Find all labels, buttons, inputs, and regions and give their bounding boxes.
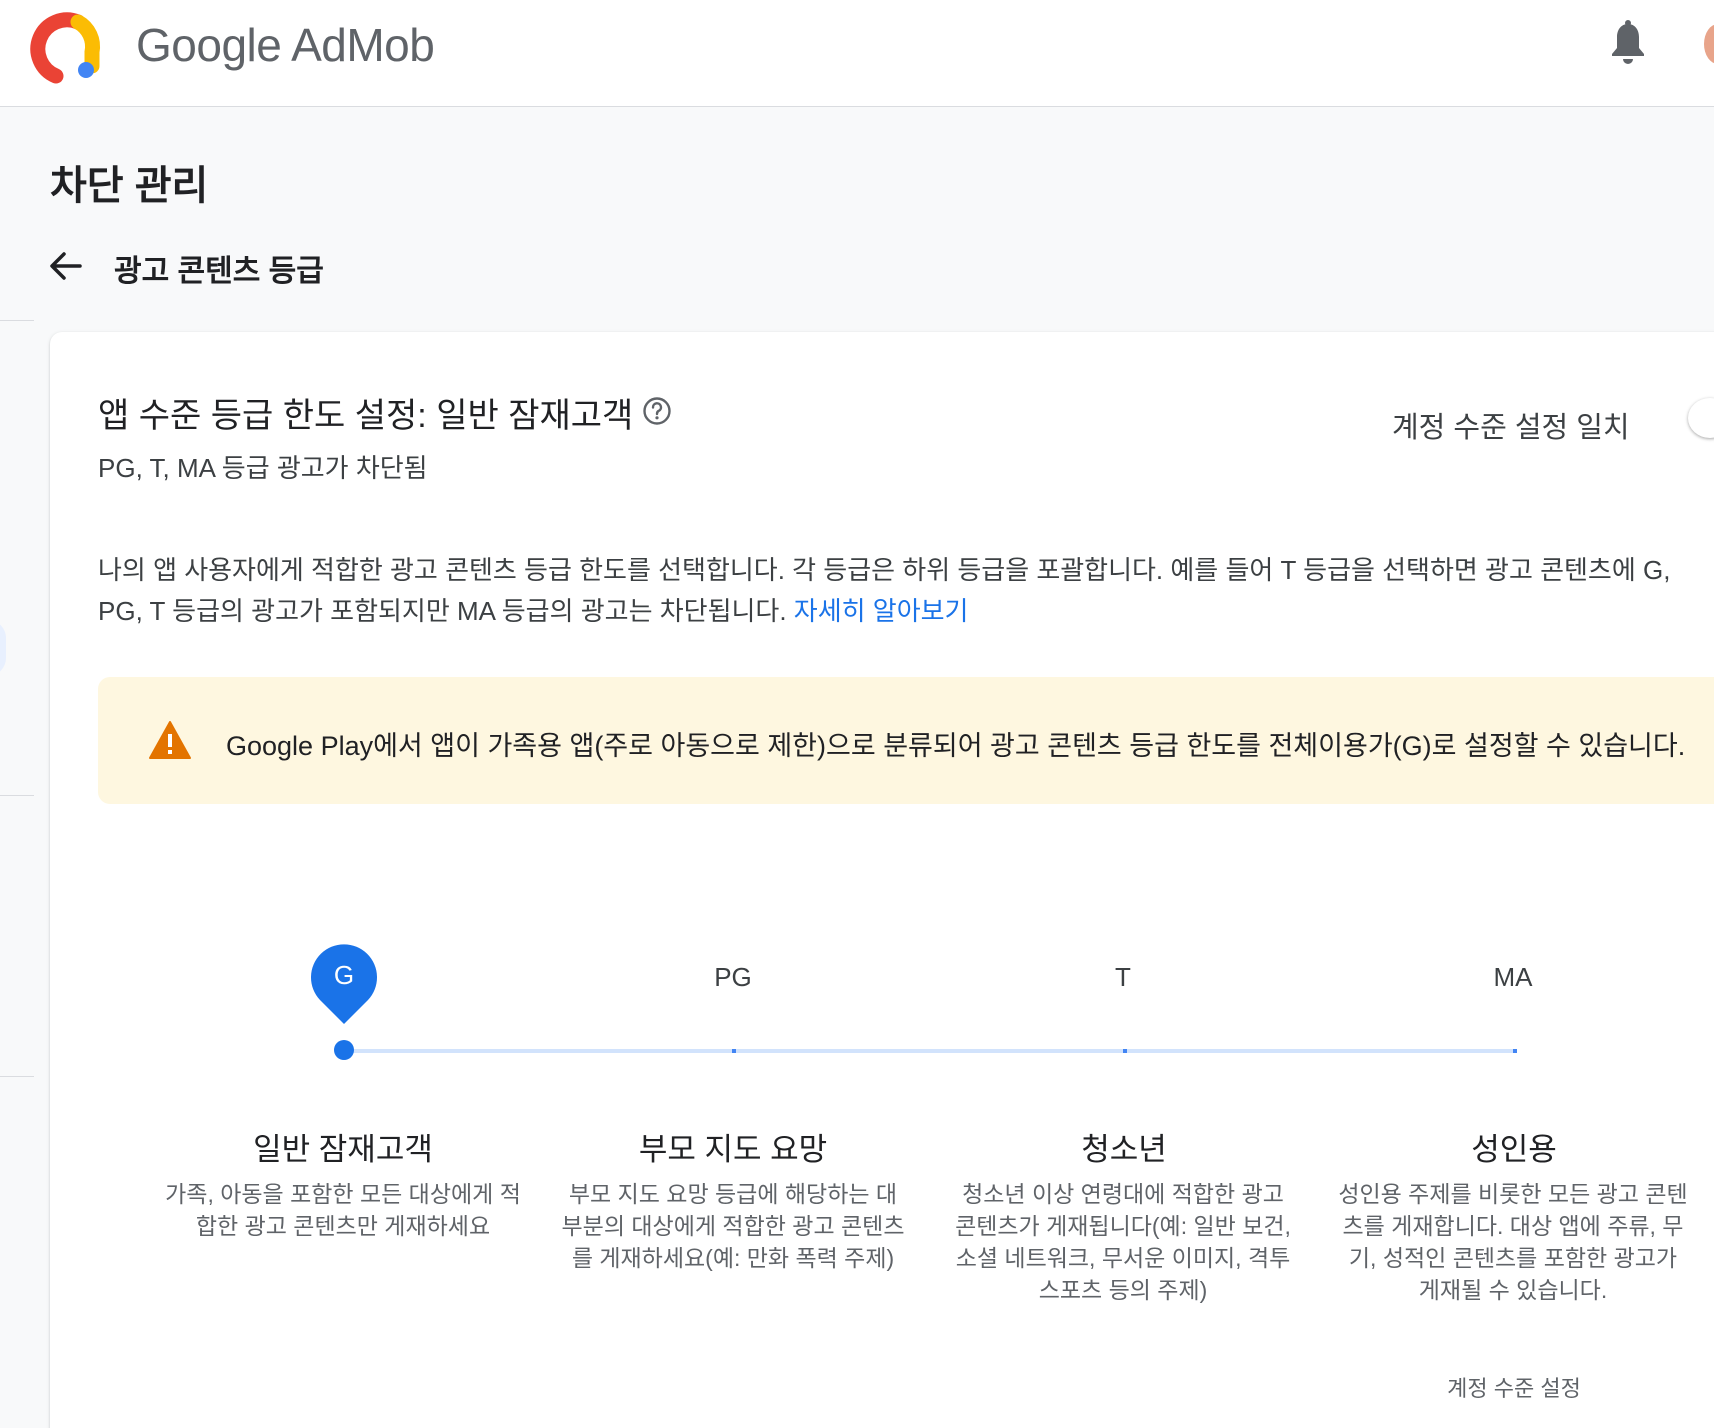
slider-tick-pg[interactable] [732, 1049, 736, 1053]
notifications-bell-icon[interactable] [1608, 20, 1648, 66]
back-arrow-icon[interactable] [48, 248, 84, 284]
level-name-g: 일반 잠재고객 [253, 1132, 433, 1167]
brand-google: Google [136, 19, 282, 71]
level-label-pg[interactable]: PG [673, 962, 793, 993]
card-heading: 앱 수준 등급 한도 설정: 일반 잠재고객 [98, 397, 634, 435]
account-match-label: 계정 수준 설정 일치 [1392, 412, 1630, 444]
slider-tick-t[interactable] [1123, 1049, 1127, 1053]
account-level-tag: 계정 수준 설정 [1447, 1376, 1581, 1401]
nav-divider [0, 320, 34, 321]
brand-name[interactable]: Google AdMob [136, 18, 435, 72]
learn-more-link[interactable]: 자세히 알아보기 [794, 596, 969, 626]
rating-slider-handle[interactable] [334, 1040, 354, 1060]
level-desc-g: 가족, 아동을 포함한 모든 대상에게 적합한 광고 콘텐츠만 게재하세요 [165, 1181, 521, 1239]
level-desc-ma: 성인용 주제를 비롯한 모든 광고 콘텐츠를 게재합니다. 대상 앱에 주류, … [1338, 1181, 1688, 1303]
rating-slider-track[interactable] [342, 1049, 1514, 1053]
top-app-bar: Google AdMob [0, 0, 1714, 107]
account-avatar[interactable] [1704, 24, 1714, 64]
nav-divider [0, 795, 34, 796]
level-name-ma: 성인용 [1471, 1132, 1557, 1167]
description-line-1: 나의 앱 사용자에게 적합한 광고 콘텐츠 등급 한도를 선택합니다. 각 등급… [98, 555, 1671, 585]
slider-tick-ma[interactable] [1513, 1049, 1517, 1053]
family-app-notice-text: Google Play에서 앱이 가족용 앱(주로 아동으로 제한)으로 분류되… [226, 731, 1686, 761]
nav-selected-indicator[interactable] [0, 620, 6, 676]
level-name-pg: 부모 지도 요망 [638, 1132, 828, 1167]
level-label-t[interactable]: T [1063, 962, 1183, 993]
help-icon[interactable] [642, 396, 672, 426]
warning-icon [149, 721, 191, 759]
blocked-summary: PG, T, MA 등급 광고가 차단됨 [98, 453, 428, 483]
nav-divider [0, 1076, 34, 1077]
level-desc-pg: 부모 지도 요망 등급에 해당하는 대부분의 대상에게 적합한 광고 콘텐츠를 … [561, 1181, 905, 1271]
page-title: 차단 관리 [50, 164, 209, 208]
description-line-2: PG, T 등급의 광고가 포함되지만 MA 등급의 광고는 차단됩니다. 자세… [98, 591, 1714, 632]
admob-logo-icon[interactable] [28, 8, 106, 86]
level-desc-t: 청소년 이상 연령대에 적합한 광고 콘텐츠가 게재됩니다(예: 일반 보건, … [955, 1181, 1291, 1303]
rating-description: 나의 앱 사용자에게 적합한 광고 콘텐츠 등급 한도를 선택합니다. 각 등급… [98, 550, 1714, 632]
section-title: 광고 콘텐츠 등급 [114, 255, 324, 288]
brand-product: AdMob [291, 19, 435, 71]
level-name-t: 청소년 [1081, 1132, 1167, 1167]
selected-level-label: G [333, 960, 355, 990]
level-label-ma[interactable]: MA [1453, 962, 1573, 993]
description-line-2-text: PG, T 등급의 광고가 포함되지만 MA 등급의 광고는 차단됩니다. [98, 596, 787, 626]
